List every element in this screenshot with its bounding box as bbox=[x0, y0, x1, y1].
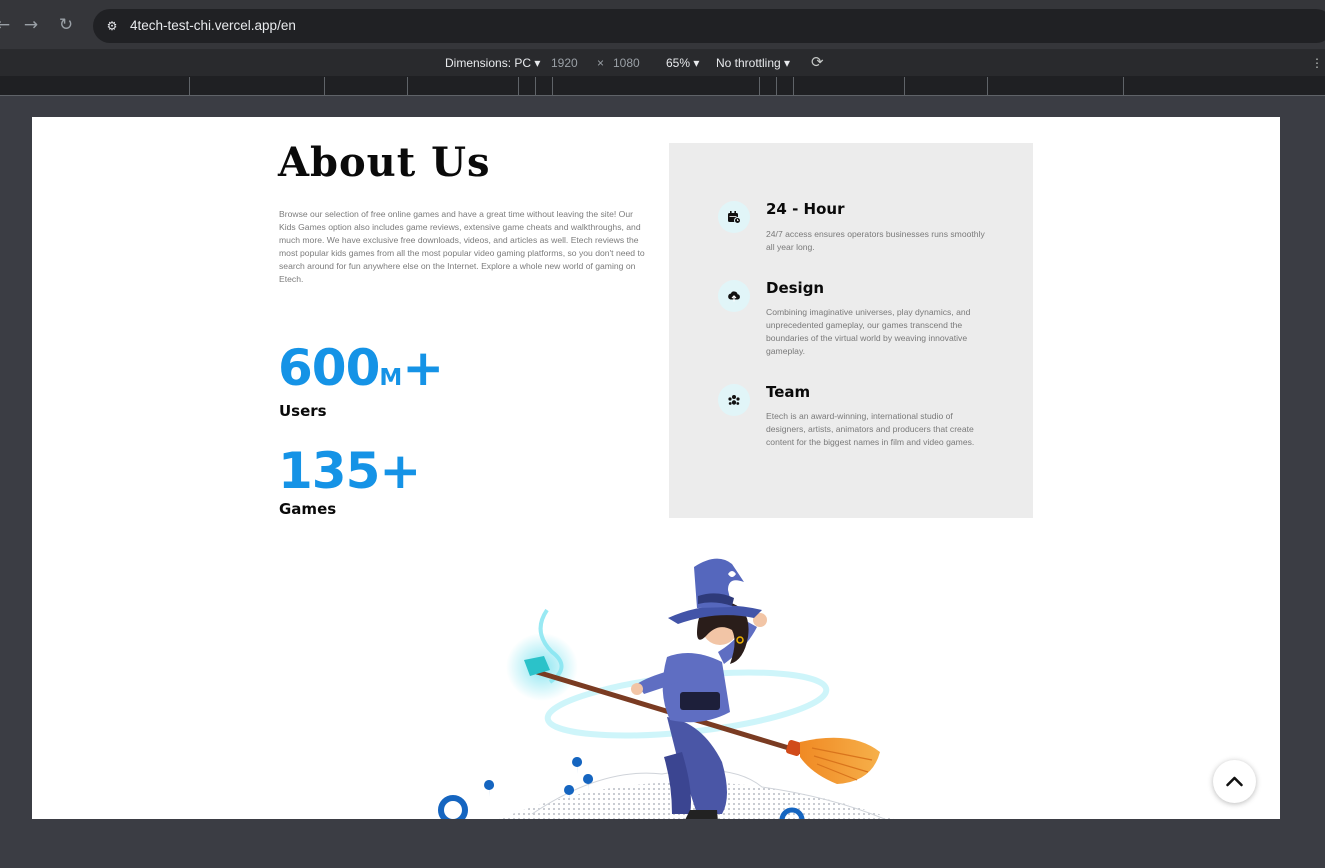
stat-users-number: 600M+ bbox=[278, 343, 444, 393]
features-panel: 24 - Hour 24/7 access ensures operators … bbox=[669, 143, 1033, 518]
times-sign: × bbox=[597, 56, 605, 70]
stat-suffix: + bbox=[402, 339, 444, 397]
page-viewport: About Us Browse our selection of free on… bbox=[32, 117, 1280, 819]
dimensions-label: Dimensions: PC bbox=[445, 56, 532, 70]
dimensions-dropdown[interactable]: Dimensions: PC ▾ bbox=[445, 56, 540, 70]
feature-title: 24 - Hour bbox=[766, 200, 845, 218]
width-input[interactable]: 1920 bbox=[551, 56, 578, 70]
address-bar[interactable]: ⚙ 4tech-test-chi.vercel.app/en bbox=[93, 9, 1325, 43]
zoom-dropdown[interactable]: 65% ▾ bbox=[666, 56, 699, 70]
calendar-clock-icon bbox=[718, 201, 750, 233]
stat-value: 600 bbox=[278, 339, 380, 397]
stat-games-number: 135+ bbox=[278, 446, 421, 496]
feature-title: Team bbox=[766, 383, 811, 401]
scroll-to-top-button[interactable] bbox=[1213, 760, 1256, 803]
site-info-icon[interactable]: ⚙ bbox=[103, 17, 121, 35]
stat-suffix: + bbox=[379, 442, 421, 500]
forward-icon[interactable]: → bbox=[20, 14, 42, 36]
url-text[interactable]: 4tech-test-chi.vercel.app/en bbox=[130, 18, 296, 33]
stat-games-label: Games bbox=[279, 500, 337, 518]
stat-users-label: Users bbox=[279, 402, 327, 420]
stat-value: 135 bbox=[278, 442, 380, 500]
witch-illustration bbox=[438, 558, 894, 819]
feature-title: Design bbox=[766, 279, 825, 297]
reload-icon[interactable]: ↻ bbox=[55, 14, 77, 36]
stat-unit: M bbox=[379, 365, 403, 391]
throttling-dropdown[interactable]: No throttling ▾ bbox=[716, 56, 790, 70]
team-icon bbox=[718, 384, 750, 416]
media-query-ruler[interactable] bbox=[0, 77, 1325, 96]
throttling-label: No throttling bbox=[716, 56, 781, 70]
device-toolbar: Dimensions: PC ▾ 1920 × 1080 65% ▾ No th… bbox=[0, 50, 1325, 77]
cloud-upload-icon bbox=[718, 280, 750, 312]
page-title: About Us bbox=[278, 139, 491, 186]
feature-description: Etech is an award-winning, international… bbox=[766, 411, 975, 447]
feature-description: 24/7 access ensures operators businesses… bbox=[766, 229, 985, 252]
zoom-label: 65% bbox=[666, 56, 691, 70]
height-input[interactable]: 1080 bbox=[613, 56, 640, 70]
chevron-up-icon bbox=[1226, 776, 1243, 787]
about-description: Browse our selection of free online game… bbox=[279, 209, 645, 284]
rotate-icon[interactable]: ⟳ bbox=[811, 53, 824, 71]
kebab-icon[interactable]: ⋮ bbox=[1311, 56, 1323, 70]
feature-description: Combining imaginative universes, play dy… bbox=[766, 307, 971, 356]
browser-toolbar: ← → ↻ ⚙ 4tech-test-chi.vercel.app/en bbox=[0, 0, 1325, 50]
back-icon[interactable]: ← bbox=[0, 14, 14, 36]
